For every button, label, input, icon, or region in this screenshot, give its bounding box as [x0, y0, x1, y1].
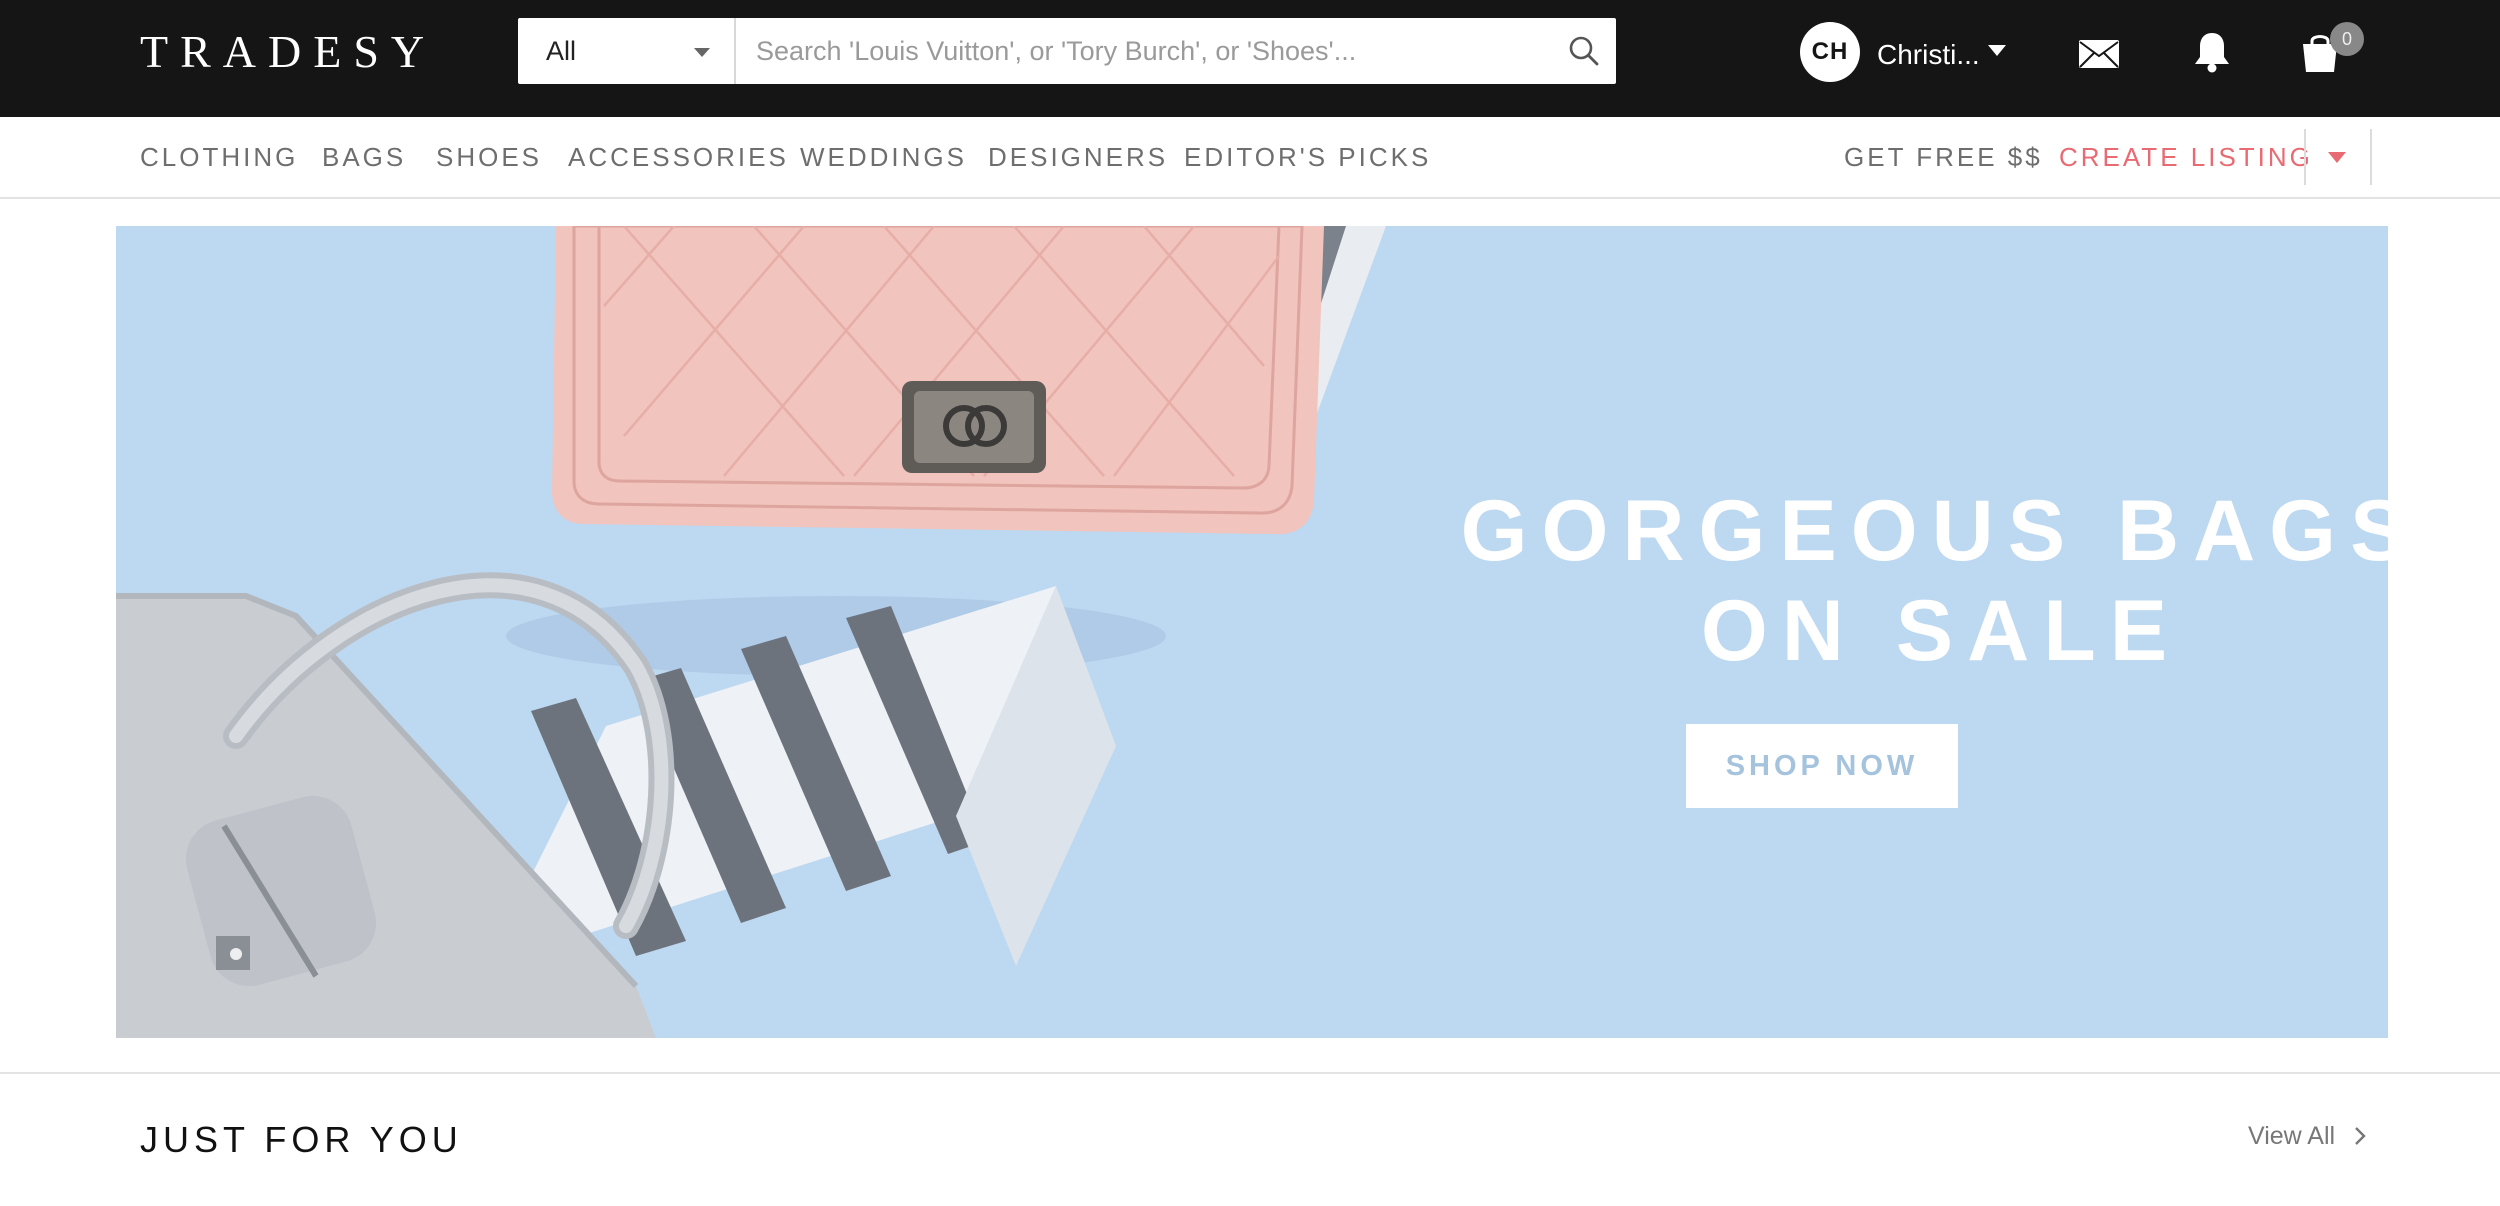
shop-now-button[interactable]: SHOP NOW	[1686, 724, 1958, 808]
create-listing-button[interactable]: CREATE LISTING	[2059, 141, 2313, 173]
nav-item-editors-picks[interactable]: EDITOR'S PICKS	[1184, 141, 1431, 173]
cart-count-badge: 0	[2330, 22, 2364, 56]
mail-icon[interactable]	[2078, 38, 2120, 70]
nav-item-shoes[interactable]: SHOES	[436, 141, 542, 173]
section-title: JUST FOR YOU	[140, 1119, 463, 1160]
chevron-right-icon[interactable]	[2352, 1125, 2368, 1147]
section-divider	[0, 1072, 2500, 1074]
nav-item-weddings[interactable]: WEDDINGS	[800, 141, 967, 173]
nav-item-bags[interactable]: BAGS	[322, 141, 406, 173]
search-category-label: All	[546, 36, 577, 66]
tradesy-logo[interactable]: TRADESY	[140, 26, 436, 78]
bell-icon[interactable]	[2192, 30, 2232, 74]
view-all-link[interactable]: View All	[2248, 1120, 2335, 1152]
search-icon[interactable]	[1568, 35, 1600, 67]
search-input[interactable]	[748, 26, 1544, 76]
category-nav: CLOTHING BAGS SHOES ACCESSORIES WEDDINGS…	[0, 117, 2500, 199]
nav-divider	[2304, 129, 2306, 185]
nav-item-designers[interactable]: DESIGNERS	[988, 141, 1168, 173]
top-bar: TRADESY All CH Christi... 0	[0, 0, 2500, 117]
caret-down-icon[interactable]	[2328, 152, 2346, 163]
nav-divider	[2370, 129, 2372, 185]
hero-banner[interactable]: GORGEOUS BAGS ON SALE SHOP NOW	[116, 226, 2388, 1038]
get-free-money-link[interactable]: GET FREE $$	[1844, 141, 2043, 173]
hero-title: GORGEOUS BAGS ON SALE	[1286, 481, 2388, 681]
hero-title-line-2: ON SALE	[1700, 583, 2182, 679]
search-category-select[interactable]: All	[518, 18, 736, 84]
search-bar: All	[518, 18, 1616, 84]
nav-item-clothing[interactable]: CLOTHING	[140, 141, 298, 173]
user-name[interactable]: Christi...	[1877, 38, 1980, 72]
chevron-down-icon	[694, 48, 710, 57]
hero-title-line-1: GORGEOUS BAGS	[1460, 483, 2388, 579]
nav-item-accessories[interactable]: ACCESSORIES	[568, 141, 789, 173]
avatar[interactable]: CH	[1800, 22, 1860, 82]
caret-down-icon[interactable]	[1988, 45, 2006, 56]
